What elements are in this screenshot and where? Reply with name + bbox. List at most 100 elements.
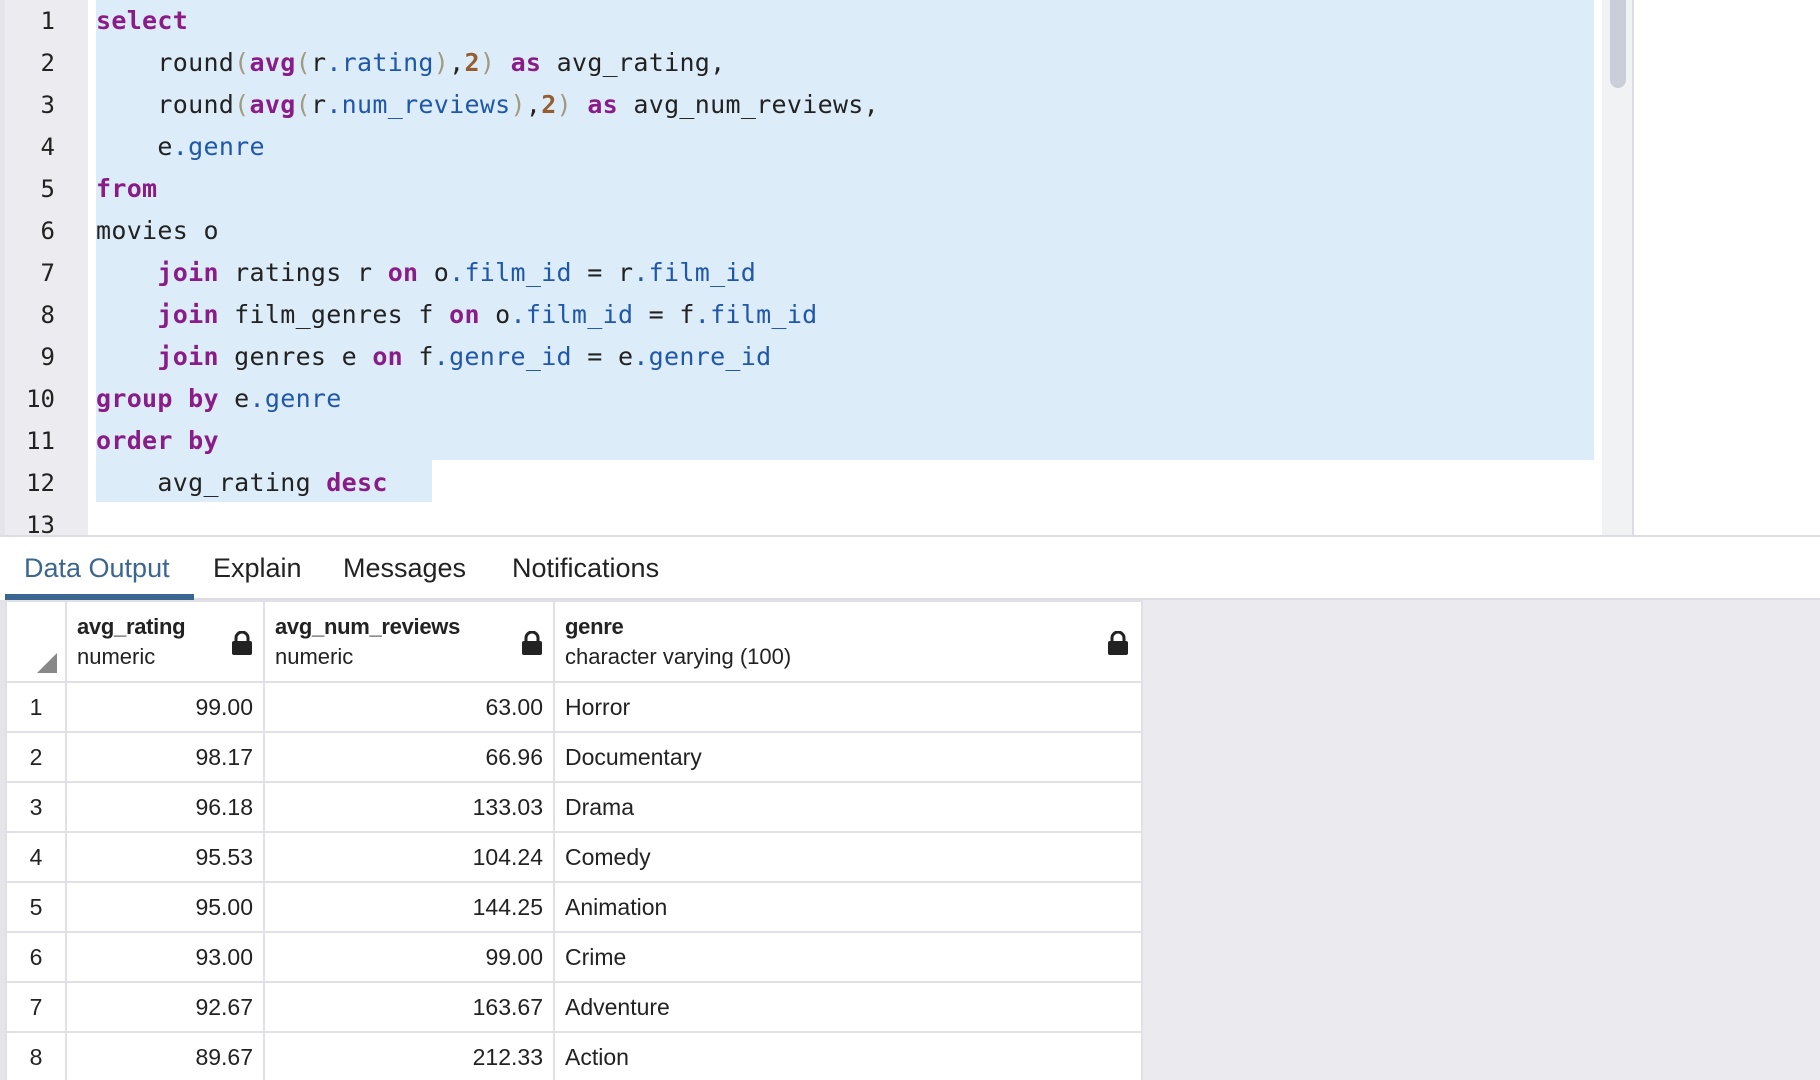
row-number-cell[interactable]: 5: [5, 881, 67, 933]
sql-keyword: on: [372, 342, 404, 372]
row-number-cell[interactable]: 7: [5, 981, 67, 1033]
editor-scrollbar-thumb[interactable]: [1610, 0, 1626, 88]
table-row[interactable]: 6 93.00 99.00 Crime: [5, 931, 1143, 983]
sql-text: avg_num_reviews,: [618, 90, 880, 120]
sql-text: r: [310, 48, 327, 78]
row-number-cell[interactable]: 6: [5, 931, 67, 983]
tab-explain[interactable]: Explain: [213, 537, 302, 598]
table-row[interactable]: 3 96.18 133.03 Drama: [5, 781, 1143, 833]
avg-rating-cell[interactable]: 98.17: [65, 731, 265, 783]
column-header-avg-rating[interactable]: avg_rating numeric: [65, 600, 265, 683]
code-line[interactable]: movies o: [96, 210, 219, 252]
select-all-cell[interactable]: [5, 600, 67, 683]
sql-keyword: group by: [96, 384, 219, 414]
tab-notifications[interactable]: Notifications: [512, 537, 659, 598]
line-number: 8: [40, 301, 55, 330]
avg-rating-cell[interactable]: 92.67: [65, 981, 265, 1033]
sql-field: .film_id: [694, 300, 818, 330]
sql-text: avg_rating,: [541, 48, 726, 78]
avg-num-reviews-cell[interactable]: 212.33: [263, 1031, 555, 1080]
avg-num-reviews-cell[interactable]: 63.00: [263, 681, 555, 733]
results-table: avg_rating numeric avg_num_reviews numer…: [5, 600, 1143, 1080]
genre-cell[interactable]: Drama: [553, 781, 1143, 833]
code-line[interactable]: round(avg(r.num_reviews),2) as avg_num_r…: [96, 84, 879, 126]
sql-field: .num_reviews: [326, 90, 511, 120]
editor-vertical-scrollbar[interactable]: [1602, 0, 1634, 535]
genre-cell[interactable]: Comedy: [553, 831, 1143, 883]
code-line[interactable]: join ratings r on o.film_id = r.film_id: [96, 252, 756, 294]
tab-data-output[interactable]: Data Output: [5, 537, 194, 600]
sql-keyword: order by: [96, 426, 219, 456]
row-number-cell[interactable]: 4: [5, 831, 67, 883]
avg-num-reviews-cell[interactable]: 144.25: [263, 881, 555, 933]
table-row[interactable]: 5 95.00 144.25 Animation: [5, 881, 1143, 933]
table-row[interactable]: 1 99.00 63.00 Horror: [5, 681, 1143, 733]
code-area[interactable]: select round(avg(r.rating),2) as avg_rat…: [96, 0, 1820, 535]
genre-cell[interactable]: Animation: [553, 881, 1143, 933]
line-number-gutter: 1 2 3 4 5 6 7 8 9 10 11 12 13: [5, 0, 88, 535]
line-number: 13: [26, 511, 55, 537]
avg-num-reviews-cell[interactable]: 133.03: [263, 781, 555, 833]
code-line[interactable]: e.genre: [96, 126, 265, 168]
avg-num-reviews-cell[interactable]: 163.67: [263, 981, 555, 1033]
sql-keyword: desc: [326, 468, 388, 498]
column-header-avg-num-reviews[interactable]: avg_num_reviews numeric: [263, 600, 555, 683]
sql-field: .film_id: [449, 258, 572, 288]
sql-keyword: avg: [249, 48, 296, 78]
genre-cell[interactable]: Crime: [553, 931, 1143, 983]
code-line[interactable]: avg_rating desc: [96, 462, 388, 504]
avg-rating-cell[interactable]: 93.00: [65, 931, 265, 983]
avg-rating-cell[interactable]: 95.00: [65, 881, 265, 933]
avg-num-reviews-cell[interactable]: 66.96: [263, 731, 555, 783]
sql-text: e: [218, 384, 250, 414]
table-row[interactable]: 7 92.67 163.67 Adventure: [5, 981, 1143, 1033]
code-line[interactable]: group by e.genre: [96, 378, 342, 420]
table-row[interactable]: 8 89.67 212.33 Action: [5, 1031, 1143, 1080]
genre-cell[interactable]: Horror: [553, 681, 1143, 733]
tab-messages[interactable]: Messages: [343, 537, 466, 598]
avg-rating-cell[interactable]: 99.00: [65, 681, 265, 733]
sql-paren: ): [556, 90, 572, 120]
sql-keyword: on: [387, 258, 419, 288]
code-line[interactable]: select: [96, 0, 188, 42]
select-all-corner-icon[interactable]: [37, 653, 57, 673]
code-line[interactable]: join genres e on f.genre_id = e.genre_id: [96, 336, 771, 378]
avg-num-reviews-cell[interactable]: 99.00: [263, 931, 555, 983]
row-number-cell[interactable]: 8: [5, 1031, 67, 1080]
line-number: 7: [40, 259, 55, 288]
row-number-cell[interactable]: 1: [5, 681, 67, 733]
sql-keyword: join: [157, 300, 219, 330]
line-number: 12: [26, 469, 55, 498]
header-row: avg_rating numeric avg_num_reviews numer…: [5, 600, 1143, 683]
table-row[interactable]: 4 95.53 104.24 Comedy: [5, 831, 1143, 883]
row-number-cell[interactable]: 2: [5, 731, 67, 783]
code-line[interactable]: from: [96, 168, 157, 210]
sql-keyword: join: [157, 258, 219, 288]
sql-editor[interactable]: 1 2 3 4 5 6 7 8 9 10 11 12 13 select round(avg(r.rat…: [0, 0, 1820, 537]
genre-cell[interactable]: Action: [553, 1031, 1143, 1080]
row-number-cell[interactable]: 3: [5, 781, 67, 833]
sql-text: ,: [525, 90, 542, 120]
code-line[interactable]: order by: [96, 420, 219, 462]
data-output-grid: avg_rating numeric avg_num_reviews numer…: [0, 600, 1820, 1080]
avg-num-reviews-cell[interactable]: 104.24: [263, 831, 555, 883]
column-name: avg_num_reviews: [275, 613, 461, 639]
sql-paren: ): [510, 90, 526, 120]
avg-rating-cell[interactable]: 89.67: [65, 1031, 265, 1080]
table-row[interactable]: 2 98.17 66.96 Documentary: [5, 731, 1143, 783]
avg-rating-cell[interactable]: 96.18: [65, 781, 265, 833]
sql-keyword: from: [96, 174, 158, 204]
avg-rating-cell[interactable]: 95.53: [65, 831, 265, 883]
lock-icon: [522, 631, 542, 655]
code-line[interactable]: round(avg(r.rating),2) as avg_rating,: [96, 42, 726, 84]
sql-paren: ): [433, 48, 450, 78]
genre-cell[interactable]: Documentary: [553, 731, 1143, 783]
code-line[interactable]: join film_genres f on o.film_id = f.film…: [96, 294, 818, 336]
genre-cell[interactable]: Adventure: [553, 981, 1143, 1033]
sql-keyword: as: [510, 48, 542, 78]
sql-field: .film_id: [510, 300, 634, 330]
sql-keyword: avg: [249, 90, 296, 120]
column-header-genre[interactable]: genre character varying (100): [553, 600, 1143, 683]
sql-keyword: join: [157, 342, 219, 372]
